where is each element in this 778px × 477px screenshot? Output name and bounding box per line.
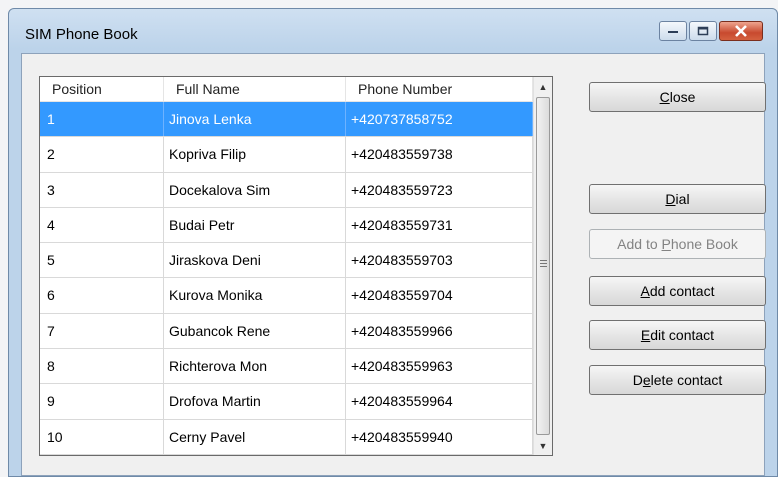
cell-position: 9 — [40, 384, 164, 419]
list-rows: 1 Jinova Lenka +420737858752 2 Kopriva Filip… — [40, 102, 533, 455]
cell-full-name: Budai Petr — [164, 207, 346, 243]
button-label-post: hone Book — [670, 236, 738, 252]
button-label-pre: Add to — [617, 236, 662, 252]
table-row[interactable]: 2 Kopriva Filip +420483559738 — [40, 137, 533, 173]
cell-full-name: Drofova Martin — [164, 384, 346, 419]
cell-full-name: Jiraskova Deni — [164, 243, 346, 278]
minimize-icon — [668, 31, 678, 33]
arrow-up-icon: ▲ — [538, 81, 548, 92]
close-icon — [735, 25, 747, 37]
cell-phone-number: +420483559704 — [346, 278, 533, 313]
table-row[interactable]: 5 Jiraskova Deni +420483559703 — [40, 243, 533, 279]
scroll-thumb[interactable] — [536, 97, 550, 435]
add-to-phone-book-button[interactable]: Add to Phone Book — [589, 229, 766, 259]
cell-position: 6 — [40, 278, 164, 313]
delete-contact-button[interactable]: Delete contact — [589, 365, 766, 395]
list-header: Position Full Name Phone Number — [40, 77, 533, 102]
grip-icon — [540, 260, 547, 269]
add-contact-button[interactable]: Add contact — [589, 276, 766, 306]
cell-full-name: Kopriva Filip — [164, 137, 346, 172]
cell-full-name: Docekalova Sim — [164, 172, 346, 207]
table-row[interactable]: 1 Jinova Lenka +420737858752 — [40, 102, 533, 138]
app-window: SIM Phone Book Position Full Name Phone … — [8, 8, 778, 477]
scroll-up-button[interactable]: ▲ — [534, 77, 552, 96]
dialog-client-area: Position Full Name Phone Number 1 Jinova … — [21, 53, 766, 476]
close-window-button[interactable] — [719, 21, 763, 41]
cell-phone-number: +420483559738 — [346, 137, 533, 172]
table-row[interactable]: 3 Docekalova Sim +420483559723 — [40, 172, 533, 208]
maximize-button[interactable] — [689, 21, 717, 41]
button-label-accel: E — [640, 327, 651, 343]
column-header-full-name[interactable]: Full Name — [164, 77, 346, 102]
cell-phone-number: +420483559703 — [346, 243, 533, 278]
column-header-position[interactable]: Position — [40, 77, 164, 102]
cell-position: 2 — [40, 137, 164, 172]
cell-position: 4 — [40, 207, 164, 243]
cell-position: 3 — [40, 172, 164, 207]
cell-phone-number: +420483559966 — [346, 313, 533, 349]
cell-phone-number: +420737858752 — [346, 102, 533, 137]
cell-full-name: Gubancok Rene — [164, 313, 346, 349]
cell-phone-number: +420483559723 — [346, 172, 533, 207]
button-label-accel: D — [665, 191, 676, 207]
cell-full-name: Cerny Pavel — [164, 419, 346, 454]
cell-phone-number: +420483559731 — [346, 207, 533, 243]
window-title: SIM Phone Book — [25, 26, 138, 43]
maximize-icon — [697, 26, 709, 36]
cell-position: 5 — [40, 243, 164, 278]
vertical-scrollbar[interactable]: ▲ ▼ — [533, 77, 552, 455]
button-label-accel: e — [642, 372, 651, 388]
button-label-post: dit contact — [650, 327, 715, 343]
cell-position: 8 — [40, 349, 164, 384]
button-label-post: ial — [675, 191, 690, 207]
cell-position: 7 — [40, 313, 164, 349]
cell-phone-number: +420483559940 — [346, 419, 533, 454]
dial-button[interactable]: Dial — [589, 184, 766, 214]
table-row[interactable]: 9 Drofova Martin +420483559964 — [40, 384, 533, 420]
arrow-down-icon: ▼ — [538, 440, 548, 451]
minimize-button[interactable] — [659, 21, 687, 41]
button-label-post: lete contact — [650, 372, 723, 388]
close-button[interactable]: Close — [589, 82, 766, 112]
cell-full-name: Kurova Monika — [164, 278, 346, 313]
table-row[interactable]: 7 Gubancok Rene +420483559966 — [40, 313, 533, 350]
button-label-pre: D — [632, 372, 643, 388]
column-header-phone-number[interactable]: Phone Number — [346, 77, 533, 102]
button-label-accel: P — [661, 236, 671, 252]
cell-position: 10 — [40, 419, 164, 454]
edit-contact-button[interactable]: Edit contact — [589, 320, 766, 350]
table-row[interactable]: 6 Kurova Monika +420483559704 — [40, 278, 533, 314]
scroll-down-button[interactable]: ▼ — [534, 436, 552, 455]
table-row[interactable]: 8 Richterova Mon +420483559963 — [40, 349, 533, 385]
window-controls — [659, 21, 763, 41]
button-label-accel: C — [659, 89, 670, 105]
cell-full-name: Jinova Lenka — [164, 102, 346, 137]
cell-full-name: Richterova Mon — [164, 349, 346, 384]
button-label-accel: A — [640, 283, 650, 299]
button-label-post: dd contact — [649, 283, 715, 299]
cell-phone-number: +420483559963 — [346, 349, 533, 384]
cell-phone-number: +420483559964 — [346, 384, 533, 419]
table-row[interactable]: 4 Budai Petr +420483559731 — [40, 207, 533, 244]
cell-position: 1 — [40, 102, 164, 137]
contacts-list[interactable]: Position Full Name Phone Number 1 Jinova … — [39, 76, 553, 456]
button-label-post: lose — [669, 89, 696, 105]
table-row[interactable]: 10 Cerny Pavel +420483559940 — [40, 419, 533, 455]
